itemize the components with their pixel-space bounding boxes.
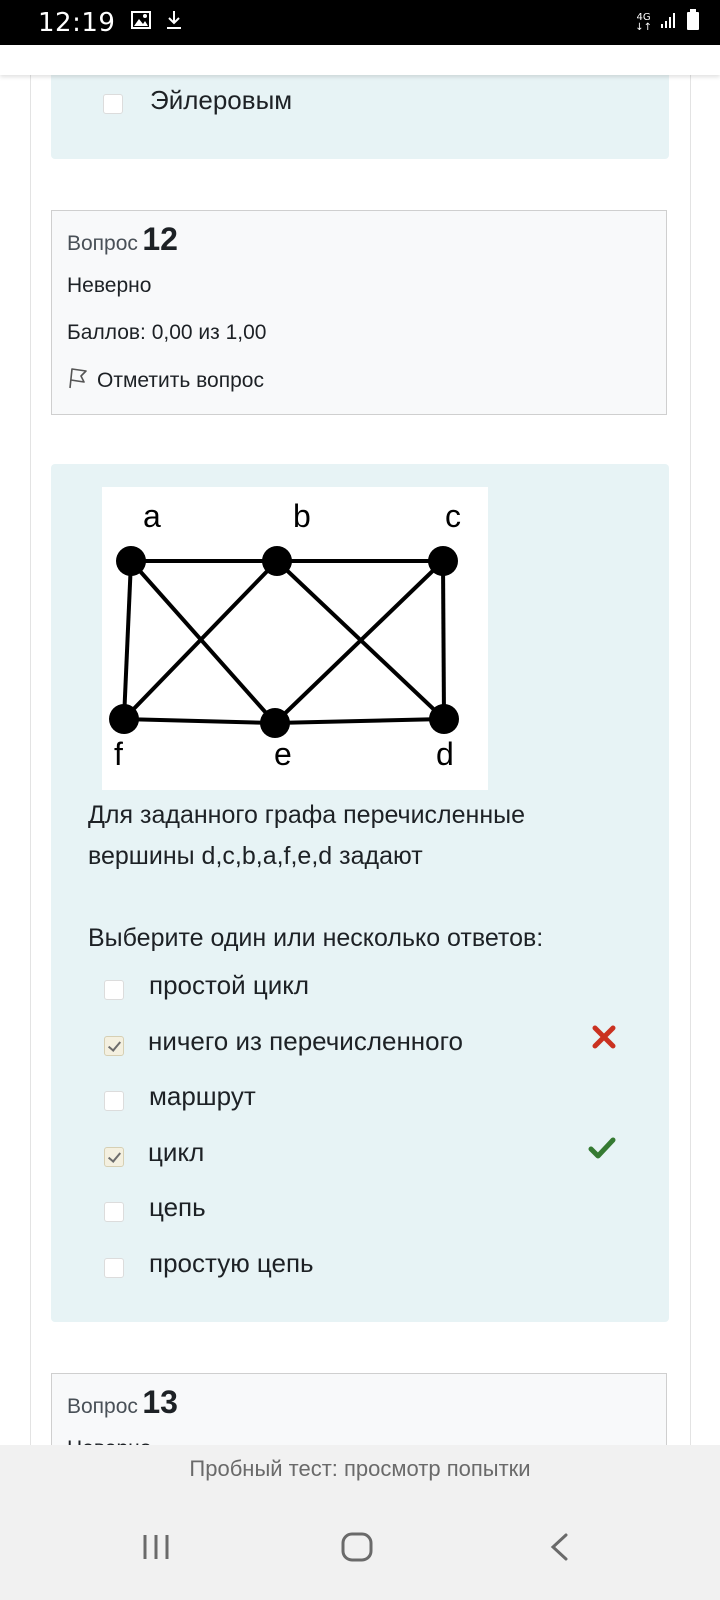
network-type: 4G ↓↑	[635, 11, 652, 33]
option-checkbox-3[interactable]	[104, 1091, 124, 1111]
status-bar: 12:19 4G ↓↑	[0, 0, 720, 45]
back-icon[interactable]	[548, 1532, 570, 1567]
graph-vertex-a	[116, 546, 146, 576]
vertex-label-f: f	[114, 736, 123, 772]
option-checkbox-6[interactable]	[104, 1258, 124, 1278]
vertex-label-d: d	[436, 736, 454, 772]
option-label-5[interactable]: цепь	[149, 1192, 206, 1223]
graph-vertex-d	[429, 704, 459, 734]
question-text: Для заданного графа перечисленные вершин…	[88, 801, 526, 870]
signal-icon	[660, 11, 678, 34]
battery-icon	[686, 9, 700, 36]
bottom-bar: Пробный тест: просмотр попытки	[0, 1445, 720, 1600]
graph-image: a b c f e d	[102, 487, 488, 790]
answer-prompt: Выберите один или несколько ответов:	[88, 924, 544, 952]
option-checkbox-5[interactable]	[104, 1202, 124, 1222]
option-label-1[interactable]: простой цикл	[149, 970, 309, 1001]
image-icon	[131, 11, 152, 34]
graph-vertex-c	[428, 546, 458, 576]
app-top-bar	[0, 45, 720, 75]
question-state: Неверно	[67, 274, 152, 297]
option-label-2[interactable]: ничего из перечисленного	[148, 1026, 463, 1057]
graph-vertex-f	[109, 704, 139, 734]
incorrect-icon	[592, 1025, 616, 1054]
graph-vertex-b	[262, 546, 292, 576]
flag-question-link[interactable]: Отметить вопрос	[67, 366, 264, 396]
flag-icon[interactable]	[67, 366, 89, 396]
option-checkbox-1[interactable]	[104, 980, 124, 1000]
question-grade: Баллов: 0,00 из 1,00	[67, 321, 267, 344]
recent-apps-icon[interactable]	[141, 1532, 171, 1567]
option-label-4[interactable]: цикл	[148, 1137, 204, 1168]
option-checkbox-4[interactable]	[104, 1147, 124, 1167]
home-icon[interactable]	[341, 1532, 373, 1567]
option-label-3[interactable]: маршрут	[149, 1081, 256, 1112]
option-label-6[interactable]: простую цепь	[149, 1248, 314, 1279]
vertex-label-e: e	[274, 736, 292, 772]
clock: 12:19	[38, 7, 116, 38]
graph-vertex-e	[260, 708, 290, 738]
vertex-label-a: a	[143, 498, 161, 534]
question-info-12: Вопрос 12 Неверно Баллов: 0,00 из 1,00 О…	[51, 210, 667, 415]
correct-icon	[588, 1136, 616, 1165]
page-title: Пробный тест: просмотр попытки	[189, 1456, 531, 1481]
download-icon	[165, 10, 183, 35]
question-number: Вопрос 13	[67, 1384, 178, 1420]
vertex-label-b: b	[293, 498, 311, 534]
option-checkbox-2[interactable]	[104, 1036, 124, 1056]
answer-checkbox[interactable]	[103, 94, 123, 114]
answer-label: Эйлеровым	[150, 85, 293, 115]
vertex-label-c: c	[445, 498, 461, 534]
question-number: Вопрос 12	[67, 221, 178, 257]
